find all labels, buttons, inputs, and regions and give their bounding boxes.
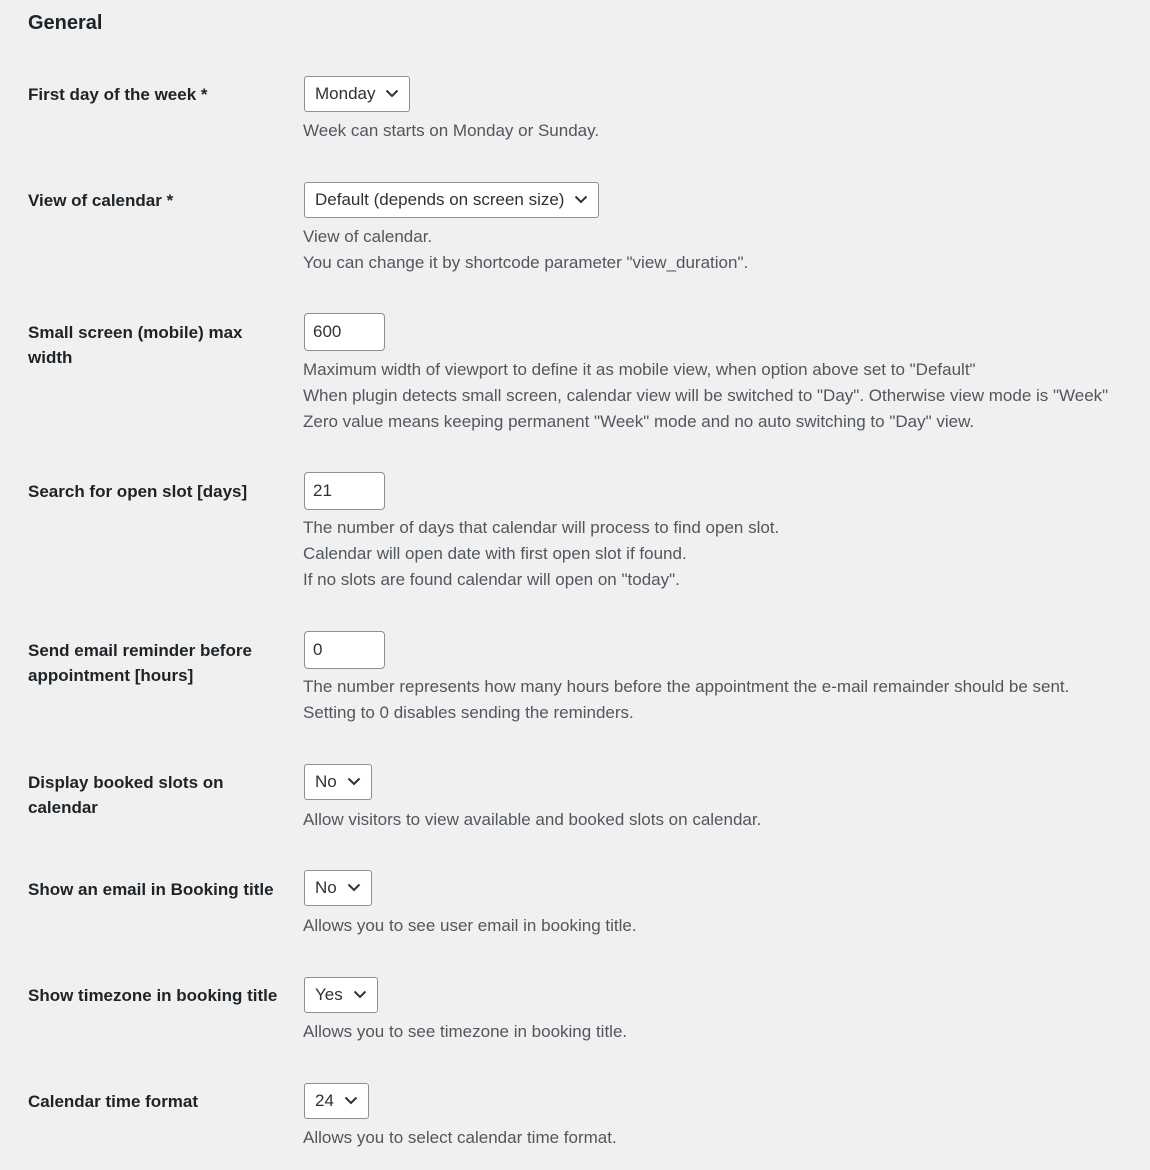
- email-title-value: No: [315, 878, 337, 897]
- first-day-label: First day of the week *: [28, 85, 208, 104]
- section-title: General: [28, 12, 103, 34]
- first-day-value: Monday: [315, 84, 376, 103]
- time-format-select[interactable]: 24: [304, 1083, 369, 1119]
- chevron-down-icon: [347, 883, 360, 892]
- calendar-view-select[interactable]: Default (depends on screen size): [304, 182, 600, 218]
- chevron-down-icon: [347, 777, 360, 786]
- search-days-description: The number of days that calendar will pr…: [303, 518, 780, 589]
- first-day-description: Week can starts on Monday or Sunday.: [303, 121, 600, 140]
- timezone-title-label: Show timezone in booking title: [28, 986, 278, 1005]
- reminder-description: The number represents how many hours bef…: [303, 677, 1070, 722]
- search-days-label: Search for open slot [days]: [28, 482, 248, 501]
- email-title-description: Allows you to see user email in booking …: [303, 916, 637, 935]
- chevron-down-icon: [386, 89, 399, 98]
- time-format-label: Calendar time format: [28, 1092, 199, 1111]
- booked-slots-label: Display booked slots on calendar: [28, 773, 224, 817]
- mobile-width-label: Small screen (mobile) max width: [28, 323, 243, 367]
- chevron-down-icon: [344, 1096, 358, 1105]
- time-format-description: Allows you to select calendar time forma…: [303, 1128, 617, 1147]
- chevron-down-icon: [353, 990, 366, 999]
- timezone-title-description: Allows you to see timezone in booking ti…: [303, 1022, 628, 1041]
- first-day-select[interactable]: Monday: [304, 76, 411, 112]
- timezone-title-value: Yes: [315, 985, 343, 1004]
- booked-slots-select[interactable]: No: [304, 764, 372, 800]
- calendar-view-description: View of calendar. You can change it by s…: [303, 227, 749, 272]
- booked-slots-value: No: [315, 772, 337, 791]
- email-title-label: Show an email in Booking title: [28, 880, 274, 899]
- email-title-select[interactable]: No: [304, 870, 372, 906]
- calendar-view-label: View of calendar *: [28, 191, 174, 210]
- timezone-title-select[interactable]: Yes: [304, 977, 378, 1013]
- reminder-hours-input[interactable]: [304, 631, 385, 669]
- calendar-view-value: Default (depends on screen size): [315, 190, 565, 209]
- time-format-value: 24: [315, 1091, 334, 1110]
- booked-slots-description: Allow visitors to view available and boo…: [303, 810, 762, 829]
- reminder-label: Send email reminder before appointment […: [28, 641, 252, 685]
- search-days-input[interactable]: [304, 472, 385, 510]
- mobile-width-description: Maximum width of viewport to define it a…: [303, 360, 1109, 431]
- chevron-down-icon: [575, 195, 588, 204]
- mobile-width-input[interactable]: [304, 313, 385, 351]
